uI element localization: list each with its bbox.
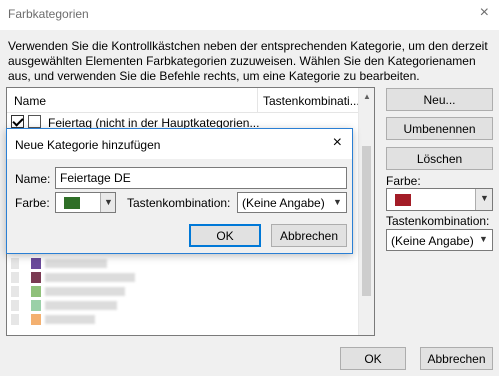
- color-label: Farbe:: [15, 196, 50, 210]
- dropdown-button[interactable]: ▼: [100, 193, 115, 212]
- category-checkbox[interactable]: [11, 115, 24, 128]
- category-color-swatch: [28, 115, 41, 128]
- ok-button[interactable]: OK: [189, 224, 261, 247]
- scroll-up-icon[interactable]: ▲: [363, 92, 371, 101]
- shortcut-label: Tastenkombination:: [386, 214, 490, 228]
- dropdown-button[interactable]: ▼: [475, 189, 492, 210]
- close-icon[interactable]: ×: [333, 134, 342, 152]
- shortcut-value: (Keine Angabe): [391, 234, 474, 248]
- cancel-button[interactable]: Abbrechen: [420, 347, 493, 370]
- color-select[interactable]: ▼: [55, 192, 116, 213]
- name-label: Name:: [15, 172, 51, 186]
- color-label: Farbe:: [386, 174, 421, 188]
- shortcut-select[interactable]: (Keine Angabe) ▼: [237, 192, 347, 213]
- dialog-titlebar: Neue Kategorie hinzufügen ×: [7, 129, 352, 159]
- delete-button[interactable]: Löschen: [386, 147, 493, 170]
- color-swatch: [395, 194, 411, 206]
- column-header-shortcut[interactable]: Tastenkombinati...: [263, 94, 360, 108]
- list-header: Name Tastenkombinati...: [7, 88, 360, 113]
- category-name-input[interactable]: [55, 167, 347, 189]
- blurred-list-items: [7, 258, 207, 335]
- new-category-dialog: Neue Kategorie hinzufügen × Name: Farbe:…: [6, 128, 353, 254]
- close-icon[interactable]: ×: [480, 4, 489, 22]
- rename-button[interactable]: Umbenennen: [386, 117, 493, 140]
- instructions-text: Verwenden Sie die Kontrollkästchen neben…: [8, 39, 488, 83]
- dropdown-button[interactable]: ▼: [475, 230, 492, 250]
- list-scrollbar[interactable]: ▲: [358, 88, 374, 335]
- scrollbar-thumb[interactable]: [362, 146, 371, 296]
- chevron-down-icon: ▼: [480, 193, 489, 203]
- color-swatch: [64, 197, 80, 209]
- dialog-title: Neue Kategorie hinzufügen: [15, 138, 161, 152]
- shortcut-select[interactable]: (Keine Angabe) ▼: [386, 229, 493, 251]
- column-header-name[interactable]: Name: [14, 94, 46, 108]
- color-select[interactable]: ▼: [386, 188, 493, 211]
- chevron-down-icon: ▼: [333, 197, 342, 207]
- window-title: Farbkategorien: [8, 7, 89, 21]
- ok-button[interactable]: OK: [340, 347, 406, 370]
- dropdown-button[interactable]: ▼: [329, 193, 346, 212]
- chevron-down-icon: ▼: [104, 197, 113, 207]
- shortcut-label: Tastenkombination:: [127, 196, 231, 210]
- window-titlebar: Farbkategorien ×: [0, 0, 499, 30]
- column-divider[interactable]: [257, 88, 258, 112]
- cancel-button[interactable]: Abbrechen: [271, 224, 347, 247]
- new-button[interactable]: Neu...: [386, 88, 493, 111]
- shortcut-value: (Keine Angabe): [242, 196, 325, 210]
- chevron-down-icon: ▼: [479, 234, 488, 244]
